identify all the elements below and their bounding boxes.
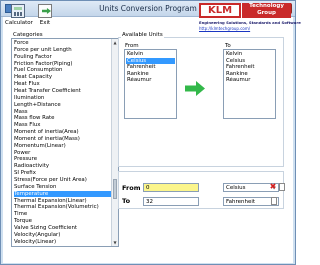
from-row-label: From	[122, 184, 141, 192]
app-window: Units Conversion Program – □ ✕ Calculato…	[0, 0, 301, 265]
unit-item[interactable]: Kelvin	[225, 51, 274, 57]
to-unit-value: Fahrenheit	[226, 199, 256, 205]
category-item[interactable]: Fuel Consumption	[14, 67, 112, 73]
exit-icon	[38, 4, 52, 18]
calculator-button[interactable]: Calculator	[5, 3, 33, 29]
clear-icon[interactable]: ✖	[269, 183, 277, 191]
category-item[interactable]: Mass flow Rate	[14, 115, 112, 121]
logo-tag2: Group	[257, 10, 276, 16]
to-row-label: To	[122, 197, 131, 205]
calculator-label: Calculator	[5, 20, 33, 26]
to-units-list[interactable]: Kelvin Celsius Fahrenheit Rankine Réaumur	[223, 49, 276, 119]
category-item[interactable]: Force per unit Length	[14, 47, 112, 53]
category-item[interactable]: Surface Tension	[14, 184, 112, 190]
category-item[interactable]: Pressure	[14, 156, 112, 162]
category-item[interactable]: Moment of inertia(Mass)	[14, 136, 112, 142]
category-item[interactable]: Moment of inertia(Area)	[14, 129, 112, 135]
logo-tagline: Engineering Solutions, Standards and Sof…	[199, 20, 301, 25]
available-units-title: Available Units	[121, 32, 164, 38]
category-item[interactable]: Power	[14, 150, 112, 156]
category-item[interactable]: Heat Capacity	[14, 74, 112, 80]
copy-icon[interactable]	[279, 183, 285, 191]
unit-item[interactable]: Rankine	[126, 71, 175, 77]
category-item[interactable]: Temperature	[14, 190, 112, 198]
to-value-output[interactable]: 32	[143, 197, 199, 206]
from-unit-value: Celsius	[226, 185, 246, 191]
category-item[interactable]: Thermal Expansion(Linear)	[14, 198, 112, 204]
exit-button[interactable]: Exit	[32, 3, 58, 29]
category-item[interactable]: Stress(Force per Unit Area)	[14, 177, 112, 183]
category-item[interactable]: Valve Sizing Coefficient	[14, 225, 112, 231]
logo-link[interactable]: http://klmtechgroup.com/	[199, 26, 291, 31]
logo-tag1: Technology	[249, 3, 284, 9]
unit-item[interactable]: Rankine	[225, 71, 274, 77]
category-item[interactable]: Force	[14, 40, 112, 46]
category-item[interactable]: Fouling Factor	[14, 54, 112, 60]
category-item[interactable]: Radioactivity	[14, 163, 112, 169]
klm-logo: KLM Technology Group Engineering Solutio…	[199, 3, 301, 39]
exit-label: Exit	[39, 20, 51, 26]
scroll-down-icon[interactable]: ▼	[112, 239, 118, 246]
categories-scrollbar[interactable]: ▲ ▼	[111, 39, 118, 246]
category-item[interactable]: Velocity(Angular)	[14, 232, 112, 238]
category-item[interactable]: Mass	[14, 109, 112, 115]
category-item[interactable]: Ilumination	[14, 95, 112, 101]
unit-item[interactable]: Kelvin	[126, 51, 175, 57]
unit-item[interactable]: Fahrenheit	[126, 64, 175, 70]
from-units-list[interactable]: Kelvin Celsius Fahrenheit Rankine Réaumur	[124, 49, 177, 119]
scroll-thumb[interactable]	[113, 179, 117, 199]
unit-item[interactable]: Celsius	[225, 58, 274, 64]
category-item[interactable]: SI Prefix	[14, 170, 112, 176]
category-item[interactable]: Momentum(Linear)	[14, 143, 112, 149]
category-item[interactable]: Length+Distance	[14, 102, 112, 108]
unit-item[interactable]: Réaumur	[126, 77, 175, 83]
category-item[interactable]: Velocity(Linear)	[14, 239, 112, 245]
category-item[interactable]: Thermal Expansion(Volumetric)	[14, 204, 112, 210]
copy-icon[interactable]	[271, 197, 277, 205]
category-item[interactable]: Friction Factor(Piping)	[14, 61, 112, 67]
category-item[interactable]: Heat Transfer Coefficient	[14, 88, 112, 94]
category-item[interactable]: Heat Flux	[14, 81, 112, 87]
from-value-input[interactable]: 0	[143, 183, 199, 192]
category-item[interactable]: Mass Flux	[14, 122, 112, 128]
logo-brand: KLM	[199, 3, 241, 18]
calculator-icon	[11, 4, 25, 18]
unit-item[interactable]: Réaumur	[225, 77, 274, 83]
unit-item[interactable]: Fahrenheit	[225, 64, 274, 70]
category-item[interactable]: Time	[14, 211, 112, 217]
category-item[interactable]: Torque	[14, 218, 112, 224]
categories-list[interactable]: Force Force per unit Length Fouling Factor…	[11, 38, 119, 247]
unit-item[interactable]: Celsius	[126, 57, 175, 64]
logo-tagline-box: Technology Group	[242, 3, 291, 18]
